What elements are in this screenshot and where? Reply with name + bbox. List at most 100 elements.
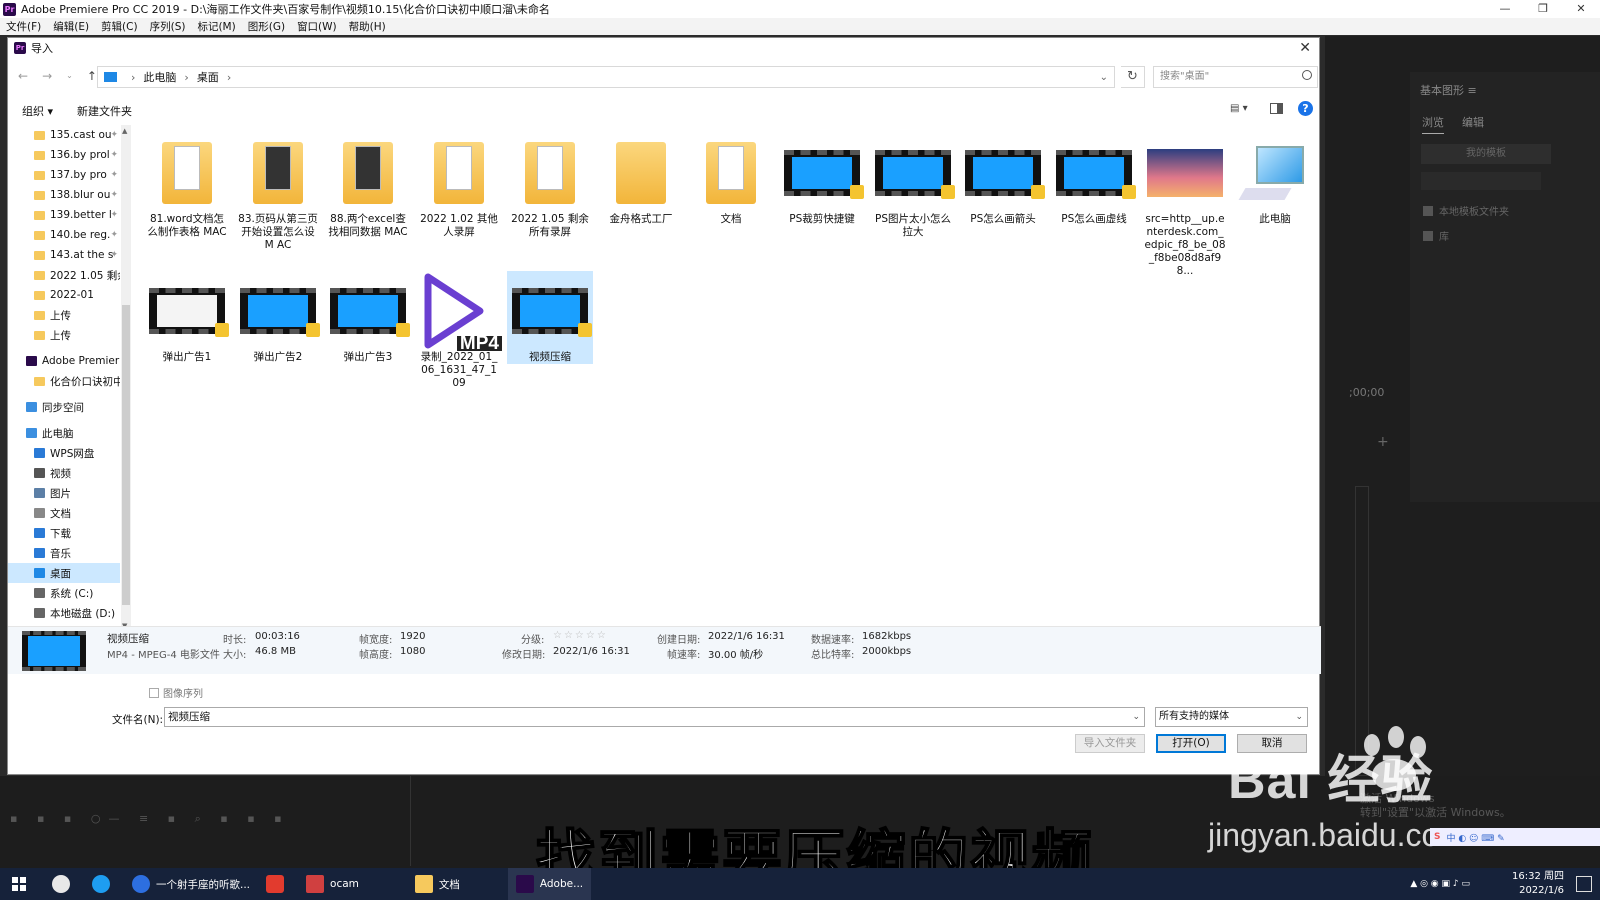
- file-item[interactable]: src=http__up.enterdesk.com_edpic_f8_be_0…: [1142, 133, 1228, 278]
- sidebar-item[interactable]: 视频: [8, 463, 120, 483]
- sidebar-item[interactable]: 136.by prol ✦: [8, 145, 120, 165]
- tab-edit[interactable]: 编辑: [1462, 114, 1484, 134]
- file-item[interactable]: MP4 录制_2022_01_06_1631_47_109: [416, 271, 502, 390]
- sidebar-item[interactable]: 135.cast ou ✦: [8, 125, 120, 145]
- tray-icons[interactable]: ▲ ◎ ◉ ▣ ♪ ▭: [1410, 879, 1470, 889]
- menu-graphics[interactable]: 图形(G): [248, 19, 285, 34]
- file-item[interactable]: PS图片太小怎么拉大: [870, 133, 956, 239]
- file-item[interactable]: PS怎么画箭头: [960, 133, 1046, 226]
- address-bar[interactable]: › 此电脑 › 桌面 › ⌄: [97, 66, 1115, 88]
- sidebar-item[interactable]: 此电脑: [8, 423, 120, 443]
- view-options-icon[interactable]: ▤ ▾: [1230, 103, 1248, 114]
- file-item[interactable]: 此电脑: [1232, 133, 1318, 226]
- sidebar-item[interactable]: 本地磁盘 (D:): [8, 603, 120, 623]
- sidebar-item[interactable]: 下载: [8, 523, 120, 543]
- menu-help[interactable]: 帮助(H): [349, 19, 386, 34]
- library-checkbox[interactable]: 库: [1423, 228, 1449, 243]
- taskbar-item-ocam[interactable]: ocam: [298, 868, 367, 900]
- file-item[interactable]: 81.word文档怎么制作表格 MAC: [144, 133, 230, 239]
- open-button[interactable]: 打开(O): [1156, 734, 1226, 753]
- sidebar-item[interactable]: WPS网盘: [8, 443, 120, 463]
- chevron-down-icon[interactable]: ⌄: [1132, 708, 1140, 726]
- menu-window[interactable]: 窗口(W): [297, 19, 337, 34]
- import-folder-button[interactable]: 导入文件夹: [1075, 734, 1145, 753]
- menu-edit[interactable]: 编辑(E): [53, 19, 89, 34]
- sidebar-item[interactable]: 上传: [8, 305, 120, 325]
- sidebar-item[interactable]: 文档: [8, 503, 120, 523]
- sidebar-item[interactable]: Adobe Premier: [8, 351, 120, 371]
- ime-toolbar[interactable]: S 中 ◐ ☺ ⌨ ✎: [1430, 828, 1600, 846]
- restore-icon[interactable]: ❐: [1524, 0, 1562, 18]
- notification-icon[interactable]: [1576, 876, 1592, 892]
- sidebar-item[interactable]: 138.blur ou ✦: [8, 185, 120, 205]
- sidebar-item[interactable]: 化合价口诀初中: [8, 371, 120, 391]
- new-folder-button[interactable]: 新建文件夹: [77, 103, 132, 119]
- sidebar-item[interactable]: 桌面: [8, 563, 120, 583]
- file-item[interactable]: 2022 1.05 剩余所有录屏: [507, 133, 593, 239]
- forward-arrow-icon[interactable]: →: [42, 69, 52, 83]
- rating-stars-icon[interactable]: ☆☆☆☆☆: [553, 630, 608, 641]
- recent-dropdown-icon[interactable]: ⌄: [66, 69, 73, 83]
- file-item[interactable]: 文档: [688, 133, 774, 226]
- sidebar-item[interactable]: 143.at the s ✦: [8, 245, 120, 265]
- sidebar-item[interactable]: 图片: [8, 483, 120, 503]
- file-name: 金舟格式工厂: [609, 213, 673, 225]
- file-item[interactable]: 2022 1.02 其他人录屏: [416, 133, 502, 239]
- search-icon: [1302, 70, 1312, 80]
- image-sequence-checkbox[interactable]: 图像序列: [149, 685, 203, 700]
- add-icon[interactable]: +: [1377, 434, 1389, 450]
- help-icon[interactable]: ?: [1298, 101, 1313, 116]
- templates-search-input[interactable]: [1421, 172, 1541, 190]
- filename-input[interactable]: 视频压缩 ⌄: [164, 707, 1145, 727]
- sidebar-item[interactable]: 137.by pro ✦: [8, 165, 120, 185]
- menu-clip[interactable]: 剪辑(C): [101, 19, 138, 34]
- close-icon[interactable]: ✕: [1562, 0, 1600, 18]
- file-item[interactable]: 弹出广告1: [144, 271, 230, 364]
- file-item[interactable]: 88.两个excel查找相同数据 MAC: [325, 133, 411, 239]
- breadcrumb-this-pc[interactable]: 此电脑: [143, 69, 176, 85]
- sidebar-item[interactable]: 上传: [8, 325, 120, 345]
- refresh-icon[interactable]: ↻: [1121, 66, 1145, 88]
- file-item[interactable]: 视频压缩: [507, 271, 593, 364]
- sidebar-item[interactable]: 音乐: [8, 543, 120, 563]
- up-arrow-icon[interactable]: ↑: [87, 69, 97, 83]
- file-item[interactable]: PS裁剪快捷键: [779, 133, 865, 226]
- file-item[interactable]: PS怎么画虚线: [1051, 133, 1137, 226]
- breadcrumb-desktop[interactable]: 桌面: [197, 69, 219, 85]
- preview-pane-icon[interactable]: [1270, 103, 1283, 114]
- taskbar-wps-icon[interactable]: [258, 868, 298, 900]
- taskbar-item-premiere[interactable]: Adobe...: [507, 868, 592, 900]
- taskbar-browser-icon[interactable]: [84, 868, 124, 900]
- scrollbar-thumb[interactable]: [122, 305, 130, 605]
- menu-sequence[interactable]: 序列(S): [150, 19, 186, 34]
- dialog-close-icon[interactable]: ✕: [1299, 40, 1311, 56]
- sidebar-item[interactable]: 2022 1.05 剩余: [8, 265, 120, 285]
- taskbar-item-docs[interactable]: 文档: [407, 868, 468, 900]
- chevron-down-icon[interactable]: ⌄: [1100, 72, 1108, 83]
- organize-button[interactable]: 组织 ▾: [22, 103, 53, 119]
- taskbar-item-music[interactable]: 一个射手座的听歌...: [124, 868, 258, 900]
- search-input[interactable]: 搜索"桌面": [1153, 66, 1318, 88]
- taskbar-app-360-icon[interactable]: [44, 868, 84, 900]
- file-item[interactable]: 弹出广告2: [235, 271, 321, 364]
- sidebar-item[interactable]: 2022-01: [8, 285, 120, 305]
- local-templates-checkbox[interactable]: 本地模板文件夹: [1423, 203, 1509, 218]
- minimize-icon[interactable]: —: [1486, 0, 1524, 18]
- taskbar-clock[interactable]: 16:32 周四 2022/1/6: [1512, 870, 1564, 898]
- tab-browse[interactable]: 浏览: [1422, 114, 1444, 134]
- sidebar-item[interactable]: 139.better l ✦: [8, 205, 120, 225]
- windows-start-icon[interactable]: [12, 877, 26, 891]
- my-templates-dropdown[interactable]: 我的模板: [1421, 144, 1551, 164]
- menu-file[interactable]: 文件(F): [6, 19, 41, 34]
- file-item[interactable]: 弹出广告3: [325, 271, 411, 364]
- sidebar-item[interactable]: 系统 (C:): [8, 583, 120, 603]
- file-item[interactable]: 83.页码从第三页开始设置怎么设 M AC: [235, 133, 321, 252]
- sidebar-scrollbar[interactable]: ▲▼: [121, 125, 131, 632]
- sidebar-item[interactable]: 140.be reg. ✦: [8, 225, 120, 245]
- filetype-select[interactable]: 所有支持的媒体 ⌄: [1155, 707, 1308, 727]
- scroll-up-icon[interactable]: ▲: [122, 127, 127, 135]
- back-arrow-icon[interactable]: ←: [18, 69, 28, 83]
- sidebar-item[interactable]: 同步空间: [8, 397, 120, 417]
- file-item[interactable]: 金舟格式工厂: [598, 133, 684, 226]
- menu-marker[interactable]: 标记(M): [197, 19, 235, 34]
